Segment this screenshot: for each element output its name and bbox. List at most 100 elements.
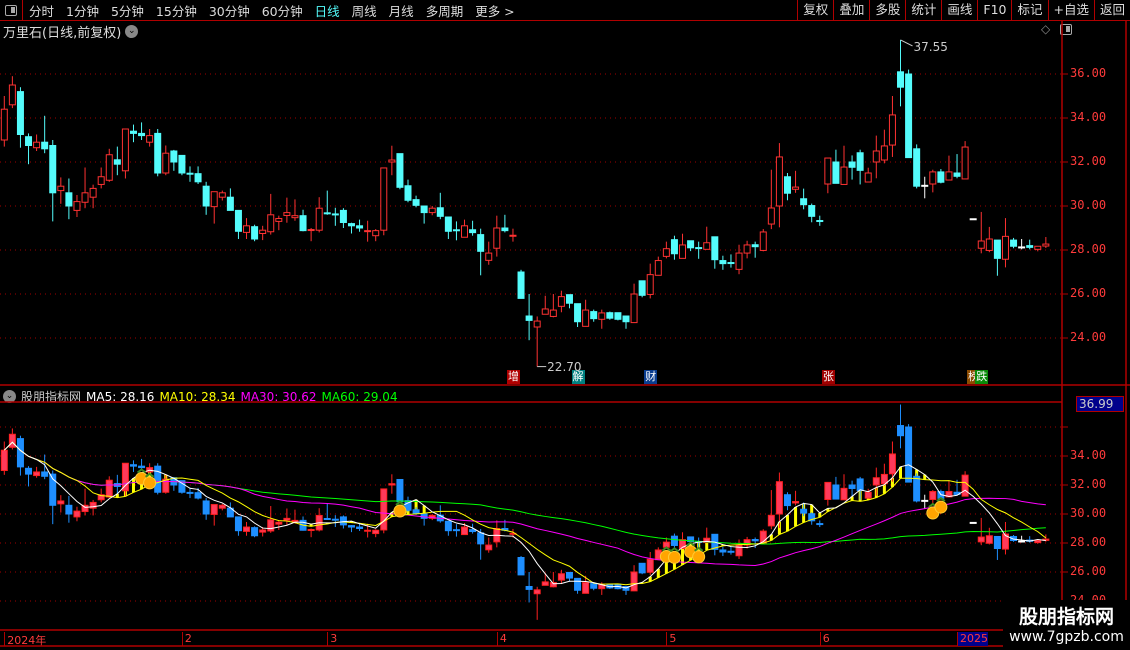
watermark-url: www.7gpzb.com	[1009, 629, 1124, 645]
candle-body	[113, 159, 121, 165]
candle-body	[630, 293, 638, 324]
candle-body	[606, 312, 614, 319]
candle-body	[840, 166, 848, 185]
candle-body-lower	[396, 478, 404, 503]
candle-body	[65, 192, 73, 207]
date-label: 2024年	[4, 632, 46, 647]
candle-body-lower	[582, 582, 590, 594]
candle-body	[880, 145, 888, 161]
axis-label-top: 26.00	[1070, 286, 1107, 300]
candle-body-lower	[251, 527, 259, 537]
candle-body	[622, 315, 630, 323]
candle-body-lower	[477, 532, 485, 545]
candle-body	[186, 172, 194, 175]
date-label: 3	[327, 632, 337, 646]
candle-body-lower	[719, 549, 727, 553]
candle-body-lower	[670, 535, 678, 546]
axis-label-bottom: 34.00	[1070, 448, 1107, 462]
candle-body	[283, 212, 291, 216]
candle-body-lower	[291, 519, 299, 523]
peach-signal-icon	[934, 500, 948, 514]
candle-body	[864, 172, 872, 183]
candle-body-lower	[388, 483, 396, 486]
candle-body	[913, 148, 921, 187]
candle-body	[808, 205, 816, 217]
candle-body	[420, 205, 428, 214]
candle-body	[549, 309, 557, 317]
candle-body	[485, 252, 493, 261]
candle-body-lower	[259, 529, 267, 533]
event-tag[interactable]: 张	[821, 370, 835, 384]
candle-body	[178, 154, 186, 174]
candle-body-lower	[630, 571, 638, 592]
candle-body	[372, 230, 380, 237]
candle-body-lower	[267, 519, 275, 532]
axis-label-top: 32.00	[1070, 154, 1107, 168]
candle-body-lower	[727, 550, 735, 553]
candle-body-lower	[977, 536, 985, 543]
candle-body-lower	[364, 529, 372, 532]
candle-body	[905, 73, 913, 159]
candle-body	[598, 312, 606, 320]
candle-body	[735, 252, 743, 270]
candle-body	[1026, 245, 1034, 248]
candle-body-lower	[969, 521, 977, 524]
candle-body	[832, 161, 840, 184]
candle-body	[81, 192, 89, 203]
candle-body	[646, 274, 654, 295]
candle-body	[856, 152, 864, 171]
candle-body	[307, 229, 315, 232]
peach-signal-icon	[667, 550, 681, 564]
watermark: 股朋指标网 www.7gpzb.com	[1003, 600, 1130, 650]
candle-body-lower	[767, 514, 775, 527]
candle-body-lower	[121, 462, 129, 492]
candle-body-lower	[194, 492, 202, 499]
candle-body-lower	[65, 504, 73, 515]
candle-body	[953, 172, 961, 177]
candle-body-lower	[824, 481, 832, 501]
candle-body	[243, 225, 251, 233]
candle-body	[993, 239, 1001, 259]
candle-body-lower	[525, 586, 533, 590]
candle-body-lower	[380, 488, 388, 531]
event-tag[interactable]: 增	[506, 370, 520, 384]
candle-body-lower	[1034, 540, 1042, 544]
candle-body	[33, 141, 41, 149]
axis-label-top: 24.00	[1070, 330, 1107, 344]
candle-body-lower	[557, 573, 565, 581]
candle-body	[792, 186, 800, 190]
candle-body	[509, 234, 517, 237]
candle-body	[428, 207, 436, 214]
candle-body	[493, 227, 501, 249]
candle-body	[129, 130, 137, 134]
candle-body	[582, 309, 590, 327]
date-label: 5	[666, 632, 676, 646]
event-tag[interactable]: 跌	[975, 370, 989, 384]
candle-body	[202, 185, 210, 207]
peach-signal-icon	[393, 504, 407, 518]
low-price-label: 22.70	[547, 360, 582, 374]
candle-body-lower	[533, 589, 541, 595]
axis-label-top: 28.00	[1070, 242, 1107, 256]
candle-body-lower	[243, 526, 251, 532]
candle-body-lower	[412, 509, 420, 515]
date-label: 2025	[957, 632, 989, 646]
candle-body-lower	[800, 508, 808, 514]
candle-body-lower	[905, 426, 913, 483]
kline-chart[interactable]	[0, 0, 1130, 650]
candle-body	[436, 207, 444, 217]
candle-body	[444, 216, 452, 232]
candle-body-lower	[234, 516, 242, 532]
candle-body-lower	[138, 465, 146, 469]
candle-body	[638, 280, 646, 296]
candle-body	[751, 244, 759, 248]
candle-body	[347, 223, 355, 227]
candle-body	[73, 201, 81, 211]
event-tag[interactable]: 财	[644, 370, 658, 384]
candle-body-lower	[993, 535, 1001, 550]
current-price-badge: 36.99	[1076, 396, 1124, 412]
candle-body	[727, 262, 735, 265]
candle-body	[501, 227, 509, 232]
axis-label-bottom: 28.00	[1070, 535, 1107, 549]
candle-body	[816, 220, 824, 223]
